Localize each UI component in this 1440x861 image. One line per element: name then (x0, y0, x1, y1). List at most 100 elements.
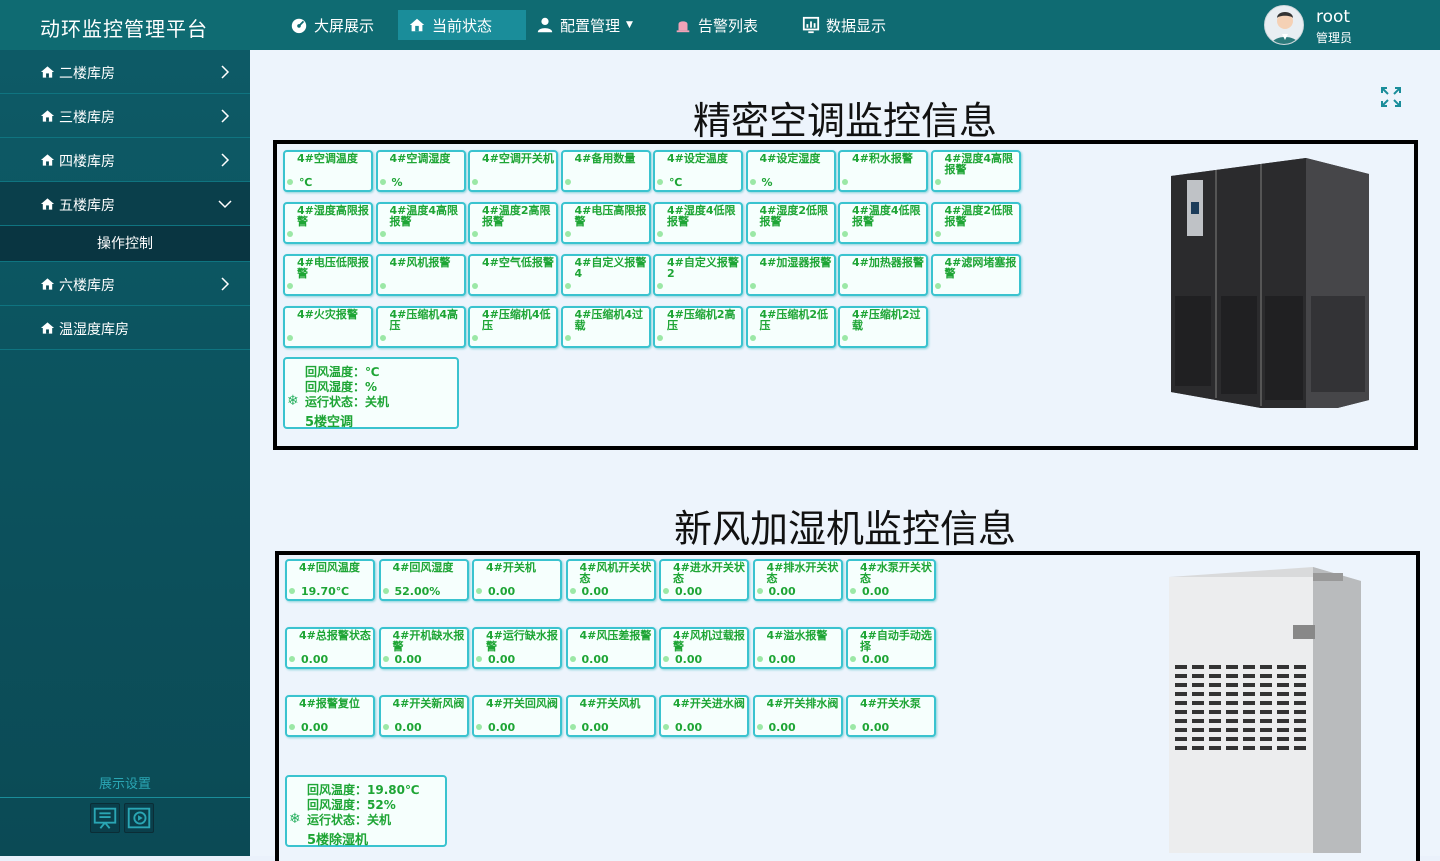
ac-status-card[interactable]: 4#湿度4高限报警 (930, 150, 1021, 192)
ac-status-card[interactable]: 4#滤网堵塞报警 (930, 254, 1021, 296)
status-dot-icon (476, 656, 482, 662)
top-bar: 动环监控管理平台 大屏展示 当前状态 配置管理 ▼ 告警列表 数据显示 root… (0, 0, 1440, 50)
card-value: 19.70℃ (301, 585, 350, 598)
dh-status-card[interactable]: 4#风机开关状态 0.00 (565, 559, 656, 601)
status-dot-icon (382, 588, 389, 594)
ac-status-card[interactable]: 4#湿度4低限报警 (653, 202, 743, 244)
dh-status-card[interactable]: 4#开关排水阀 0.00 (752, 695, 843, 737)
chart-icon (802, 16, 820, 34)
play-button[interactable] (124, 803, 154, 833)
sidebar-item-0[interactable]: 二楼库房 (0, 50, 250, 94)
card-value: 0.00 (581, 721, 609, 734)
ac-status-card[interactable]: 4#空调湿度% (375, 150, 466, 192)
sidebar-item-5[interactable]: 温湿度库房 (0, 306, 250, 350)
dh-status-card[interactable]: 4#开关新风阀 0.00 (378, 695, 469, 737)
dh-status-card[interactable]: 4#排水开关状态 0.00 (752, 559, 843, 601)
nav-current-status[interactable]: 当前状态 (398, 10, 526, 40)
ac-status-card[interactable]: 4#湿度2低限报警 (745, 202, 836, 244)
nav-config[interactable]: 配置管理 ▼ (526, 10, 643, 40)
nav-alarm-list[interactable]: 告警列表 (664, 10, 768, 40)
sidebar-item-3[interactable]: 五楼库房 (0, 182, 250, 226)
dh-status-card[interactable]: 4#开关水泵 0.00 (846, 695, 936, 737)
status-dot-icon (749, 335, 756, 341)
card-label: 4#开关风机 (579, 697, 641, 710)
dh-section-title: 新风加湿机监控信息 (673, 507, 1016, 551)
ac-summary-device-name: 5楼空调 (305, 415, 354, 430)
ac-status-card[interactable]: 4#压缩机2低压 (745, 306, 836, 348)
ac-status-card[interactable]: 4#设定湿度% (745, 150, 836, 192)
dh-status-card[interactable]: 4#开机缺水报警 0.00 (378, 627, 469, 669)
ac-status-card[interactable]: 4#湿度高限报警 (283, 202, 373, 244)
card-value: % (761, 176, 773, 189)
ac-status-card[interactable]: 4#电压低限报警 (283, 254, 373, 296)
dh-status-card[interactable]: 4#开关回风阀 0.00 (472, 695, 562, 737)
ac-status-card[interactable]: 4#自定义报警2 (653, 254, 743, 296)
user-menu[interactable]: root 管理员 (1264, 5, 1434, 45)
sidebar-item-1[interactable]: 三楼库房 (0, 94, 250, 138)
dh-status-card[interactable]: 4#风机过载报警 0.00 (659, 627, 749, 669)
ac-status-card[interactable]: 4#压缩机4过载 (560, 306, 651, 348)
chevron-right-icon (221, 65, 230, 79)
card-label: 4#压缩机4过载 (574, 308, 644, 332)
divider (0, 797, 250, 798)
ac-status-card[interactable]: 4#风机报警 (375, 254, 466, 296)
dh-status-card[interactable]: 4#回风温度 19.70℃ (285, 559, 375, 601)
dh-status-card[interactable]: 4#回风湿度 52.00% (378, 559, 469, 601)
ac-status-card[interactable]: 4#温度2高限报警 (468, 202, 558, 244)
dh-status-card[interactable]: 4#风压差报警 0.00 (565, 627, 656, 669)
ac-status-card[interactable]: 4#电压高限报警 (560, 202, 651, 244)
ac-summary-card[interactable]: 回风温度：℃ 回风湿度：% 运行状态：关机 ❄ 5楼空调 (283, 357, 459, 430)
nav-data-display[interactable]: 数据显示 (792, 10, 896, 40)
ac-status-card[interactable]: 4#空气低报警 (468, 254, 558, 296)
presentation-button[interactable] (90, 803, 120, 833)
card-label: 4#空调开关机 (482, 152, 554, 165)
display-settings-link[interactable]: 展示设置 (0, 773, 250, 792)
ac-status-card[interactable]: 4#温度2低限报警 (930, 202, 1021, 244)
ac-status-card[interactable]: 4#备用数量 (560, 150, 651, 192)
ac-status-card[interactable]: 4#温度4高限报警 (375, 202, 466, 244)
ac-status-card[interactable]: 4#空调温度 ℃ (283, 150, 373, 192)
ac-status-card[interactable]: 4#自定义报警4 (560, 254, 651, 296)
dh-summary-card[interactable]: 回风温度：19.80℃ 回风湿度：52% 运行状态：关机 ❄ 5楼除湿机 (285, 775, 447, 848)
card-label: 4#自定义报警4 (574, 256, 647, 280)
dh-status-card[interactable]: 4#溢水报警 0.00 (752, 627, 843, 669)
status-dot-icon (564, 179, 571, 185)
ac-status-card[interactable]: 4#积水报警 (838, 150, 928, 192)
ac-status-card[interactable]: 4#设定温度 ℃ (653, 150, 743, 192)
ac-status-card[interactable]: 4#压缩机2过载 (838, 306, 928, 348)
dh-status-card[interactable]: 4#开关进水阀 0.00 (659, 695, 749, 737)
card-label: 4#电压低限报警 (297, 256, 369, 280)
dh-status-card[interactable]: 4#水泵开关状态 0.00 (846, 559, 936, 601)
status-dot-icon (472, 231, 478, 237)
status-dot-icon (657, 231, 663, 237)
sidebar-subitem-operation-control[interactable]: 操作控制 (0, 226, 250, 262)
status-dot-icon (569, 588, 576, 594)
card-value: 0.00 (581, 653, 609, 666)
nav-config-label: 配置管理 (560, 16, 621, 35)
dh-status-card[interactable]: 4#开关机 0.00 (472, 559, 562, 601)
ac-status-card[interactable]: 4#空调开关机 (468, 150, 558, 192)
card-value: 0.00 (768, 721, 796, 734)
card-value: 0.00 (394, 653, 422, 666)
ac-status-card[interactable]: 4#加热器报警 (838, 254, 928, 296)
dh-status-card[interactable]: 4#总报警状态 0.00 (285, 627, 375, 669)
ac-section-title: 精密空调监控信息 (692, 99, 997, 143)
ac-status-card[interactable]: 4#加湿器报警 (745, 254, 836, 296)
dh-status-card[interactable]: 4#报警复位 0.00 (285, 695, 375, 737)
ac-status-card[interactable]: 4#压缩机4高压 (375, 306, 466, 348)
dh-status-card[interactable]: 4#进水开关状态 0.00 (659, 559, 749, 601)
ac-status-card[interactable]: 4#压缩机4低压 (468, 306, 558, 348)
sidebar-item-4[interactable]: 六楼库房 (0, 262, 250, 306)
status-dot-icon (756, 588, 763, 594)
dh-status-card[interactable]: 4#运行缺水报警 0.00 (472, 627, 562, 669)
dh-status-card[interactable]: 4#开关风机 0.00 (565, 695, 656, 737)
status-dot-icon (379, 283, 386, 289)
card-label: 4#设定温度 (667, 152, 728, 165)
sidebar-item-2[interactable]: 四楼库房 (0, 138, 250, 182)
nav-dashboard[interactable]: 大屏展示 (280, 10, 384, 40)
ac-status-card[interactable]: 4#火灾报警 (283, 306, 373, 348)
card-value: 0.00 (675, 721, 703, 734)
dh-status-card[interactable]: 4#自动手动选择 0.00 (846, 627, 936, 669)
ac-status-card[interactable]: 4#压缩机2高压 (653, 306, 743, 348)
ac-status-card[interactable]: 4#温度4低限报警 (838, 202, 928, 244)
